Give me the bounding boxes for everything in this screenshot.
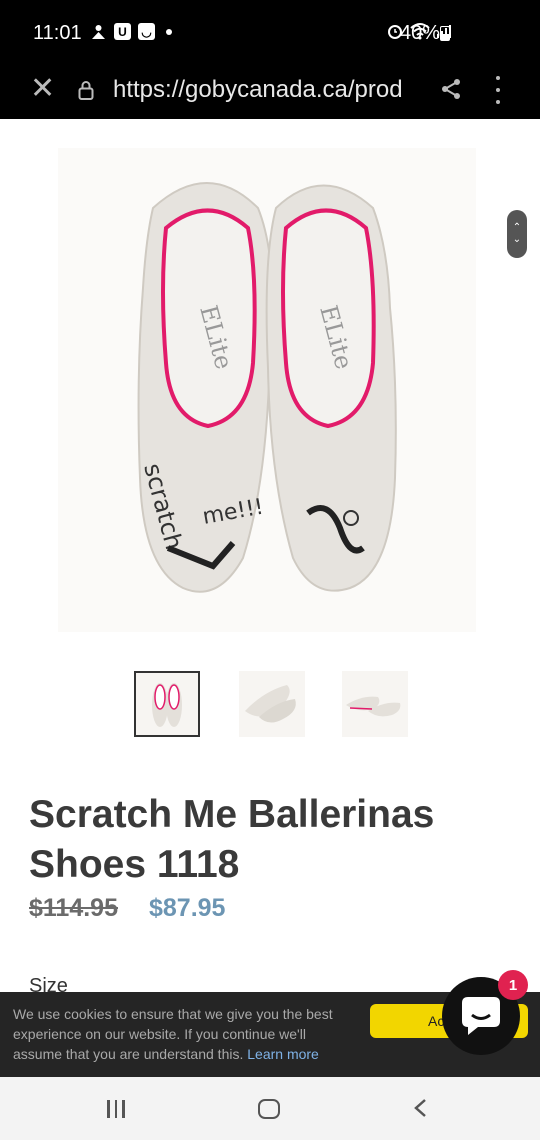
home-icon[interactable] bbox=[258, 1099, 280, 1119]
battery-percent: 40% bbox=[400, 22, 441, 44]
shoes-illustration: ELite ELite scratch me!!! bbox=[137, 182, 397, 593]
lock-icon bbox=[78, 81, 94, 100]
thumbnail-2[interactable] bbox=[239, 671, 305, 737]
learn-more-link[interactable]: Learn more bbox=[247, 1046, 319, 1062]
system-nav-bar bbox=[0, 1077, 540, 1140]
back-icon[interactable] bbox=[410, 1097, 432, 1119]
notification-icon bbox=[92, 25, 105, 39]
share-icon[interactable] bbox=[440, 78, 462, 100]
product-thumbnails bbox=[134, 671, 410, 737]
scroll-handle[interactable]: ⌃ ⌄ bbox=[507, 210, 527, 258]
status-bar: 11:01 U ◡ 40% bbox=[0, 0, 540, 64]
u-icon: U bbox=[114, 23, 131, 40]
browser-url-bar: ✕ https://gobycanada.ca/prod bbox=[0, 64, 540, 119]
product-main-image[interactable]: ELite ELite scratch me!!! bbox=[58, 148, 476, 632]
battery-icon bbox=[440, 26, 450, 41]
notification-icons: U ◡ bbox=[90, 23, 172, 40]
price-sale: $87.95 bbox=[149, 894, 226, 922]
face-icon: ◡ bbox=[138, 23, 155, 40]
close-icon[interactable]: ✕ bbox=[30, 74, 55, 104]
chat-badge: 1 bbox=[498, 970, 528, 1000]
cookie-text: We use cookies to ensure that we give yo… bbox=[13, 1004, 353, 1064]
thumbnail-3[interactable] bbox=[342, 671, 408, 737]
price-original: $114.95 bbox=[29, 894, 118, 922]
recent-apps-icon[interactable] bbox=[107, 1100, 125, 1118]
status-time: 11:01 bbox=[33, 22, 82, 44]
product-title: Scratch Me Ballerinas Shoes 1118 bbox=[29, 793, 435, 886]
url-text[interactable]: https://gobycanada.ca/prod bbox=[113, 76, 423, 104]
dot-icon bbox=[166, 28, 172, 35]
more-vert-icon[interactable] bbox=[495, 76, 501, 104]
thumbnail-1[interactable] bbox=[134, 671, 200, 737]
